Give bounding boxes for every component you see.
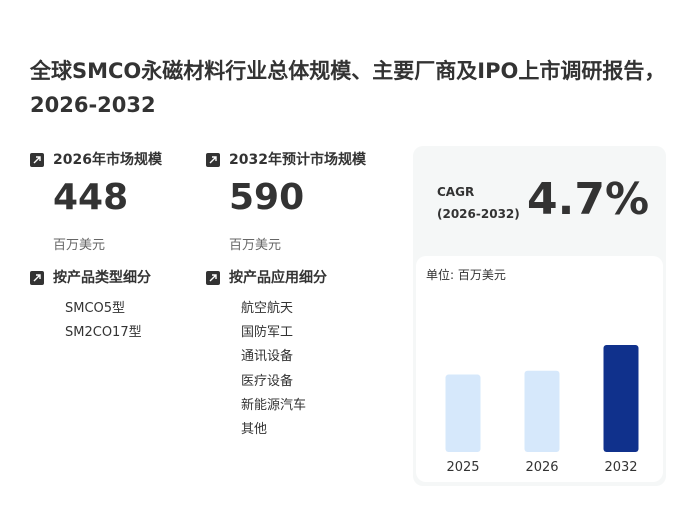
- list-item: 新能源汽车: [241, 397, 307, 413]
- list-item: SM2CO17型: [65, 325, 142, 341]
- list-item: SMCO5型: [65, 301, 126, 316]
- x-tick-label: 2026: [525, 460, 558, 475]
- cagr-label-line2: (2026-2032): [437, 207, 520, 221]
- application-list: 航空航天 国防军工 通讯设备 医疗设备 新能源汽车 其他: [241, 297, 306, 442]
- metric-label: 2026年市场规模: [53, 152, 162, 168]
- metric-label: 2032年预计市场规模: [229, 152, 366, 168]
- segment-label: 按产品类型细分: [53, 270, 151, 286]
- bar-chart: 单位: 百万美元 2025 2026 2032: [416, 256, 663, 482]
- segment-by-application: 按产品应用细分: [206, 266, 396, 296]
- arrow-up-right-icon: [206, 271, 220, 285]
- metric-2026-market-size: 2026年市场规模 448 百万美元: [30, 148, 200, 258]
- page-title: 全球SMCO永磁材料行业总体规模、主要厂商及IPO上市调研报告，2026-203…: [30, 59, 666, 117]
- list-item: 医疗设备: [241, 373, 294, 389]
- cagr-panel: CAGR (2026-2032) 4.7% 单位: 百万美元 2025 2026 2…: [413, 146, 666, 486]
- x-tick-label: 2025: [446, 460, 479, 475]
- type-list: SMCO5型 SM2CO17型: [65, 297, 142, 345]
- bar-2026: [524, 370, 560, 452]
- cagr-value: 4.7%: [527, 174, 650, 225]
- cagr-label: CAGR (2026-2032): [437, 181, 520, 225]
- cagr-label-line1: CAGR: [437, 185, 475, 199]
- arrow-up-right-icon: [206, 153, 220, 167]
- x-tick-label: 2032: [604, 460, 637, 475]
- list-item: 国防军工: [241, 325, 294, 341]
- segment-label: 按产品应用细分: [229, 270, 327, 286]
- metric-unit: 百万美元: [53, 238, 106, 253]
- metric-2032-market-size: 2032年预计市场规模 590 百万美元: [206, 148, 396, 258]
- bar-2025: [445, 374, 481, 452]
- metric-unit: 百万美元: [229, 238, 282, 253]
- chart-svg: 2025 2026 2032: [445, 345, 639, 475]
- metric-value: 590: [229, 177, 305, 218]
- arrow-up-right-icon: [30, 271, 44, 285]
- list-item: 航空航天: [241, 301, 294, 316]
- metric-value: 448: [53, 177, 129, 218]
- list-item: 通讯设备: [241, 349, 294, 365]
- arrow-up-right-icon: [30, 153, 44, 167]
- bar-2032: [603, 345, 639, 452]
- list-item: 其他: [241, 421, 268, 437]
